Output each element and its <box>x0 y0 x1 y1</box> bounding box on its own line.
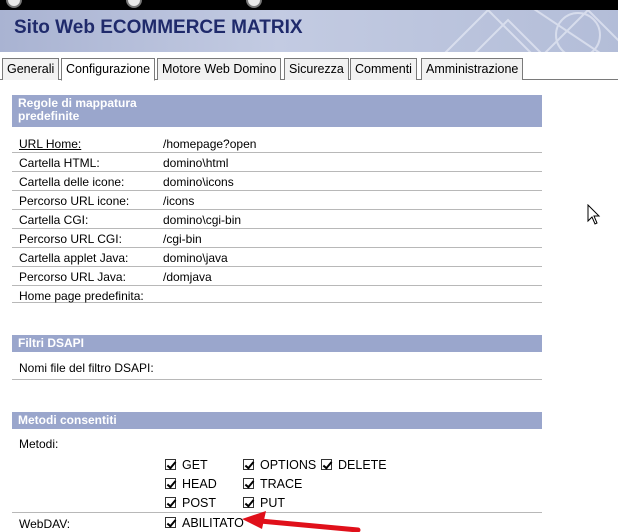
row-value: domino\icons <box>163 175 234 189</box>
method-trace-label: TRACE <box>260 477 303 491</box>
checkbox-check-icon <box>243 478 254 489</box>
row-label: Home page predefinita: <box>19 289 144 303</box>
method-head-checkbox[interactable]: HEAD <box>165 477 217 491</box>
mouse-cursor-icon <box>587 204 601 225</box>
tab-amministrazione[interactable]: Amministrazione <box>421 58 524 80</box>
method-post-label: POST <box>182 496 217 510</box>
page-title: Sito Web ECOMMERCE MATRIX <box>14 17 303 38</box>
checkbox-check-icon <box>165 478 176 489</box>
method-head-label: HEAD <box>182 477 217 491</box>
checkbox-check-icon <box>165 517 176 528</box>
row-value: domino\html <box>163 156 229 170</box>
row-value: /domjava <box>163 270 212 284</box>
table-row: Cartella CGI: domino\cgi-bin <box>12 210 542 229</box>
method-trace-checkbox[interactable]: TRACE <box>243 477 302 491</box>
toolbar-circle-icon <box>126 0 142 8</box>
method-delete-label: DELETE <box>338 458 387 472</box>
url-home-label[interactable]: URL Home: <box>19 137 81 151</box>
section-header-dsapi: Filtri DSAPI <box>12 335 542 352</box>
row-label: Cartella HTML: <box>19 156 100 170</box>
section-header-mapping: Regole di mappatura predefinite <box>12 95 542 127</box>
checkbox-check-icon <box>165 459 176 470</box>
row-value: domino\java <box>163 251 228 265</box>
table-row: Percorso URL CGI: /cgi-bin <box>12 229 542 248</box>
row-label: Percorso URL Java: <box>19 270 126 284</box>
section-header-methods: Metodi consentiti <box>12 412 542 429</box>
table-row: Percorso URL icone: /icons <box>12 191 542 210</box>
tab-generali[interactable]: Generali <box>2 58 60 80</box>
tab-commenti[interactable]: Commenti <box>350 58 417 80</box>
method-get-checkbox[interactable]: GET <box>165 458 208 472</box>
row-label: Percorso URL CGI: <box>19 232 122 246</box>
table-row: Cartella HTML: domino\html <box>12 153 542 172</box>
table-row: Cartella applet Java: domino\java <box>12 248 542 267</box>
banner-decoration-icon <box>444 10 618 52</box>
row-label: Percorso URL icone: <box>19 194 130 208</box>
section-header-methods-text: Metodi consentiti <box>18 413 117 427</box>
checkbox-check-icon <box>243 459 254 470</box>
table-row: URL Home: /homepage?open <box>12 134 542 153</box>
tab-motore-web-domino[interactable]: Motore Web Domino <box>157 58 282 80</box>
table-row: Percorso URL Java: /domjava <box>12 267 542 286</box>
method-get-label: GET <box>182 458 208 472</box>
webdav-label: WebDAV: <box>19 517 71 531</box>
dsapi-filter-label: Nomi file del filtro DSAPI: <box>19 361 154 375</box>
method-options-checkbox[interactable]: OPTIONS <box>243 458 316 472</box>
row-value: /icons <box>163 194 195 208</box>
banner: Sito Web ECOMMERCE MATRIX <box>0 10 618 52</box>
toolbar-circle-icon <box>6 0 22 8</box>
section-header-dsapi-text: Filtri DSAPI <box>18 336 85 350</box>
tab-bar: Generali Configurazione Motore Web Domin… <box>0 52 618 81</box>
method-options-label: OPTIONS <box>260 458 317 472</box>
toolbar-circle-icon <box>246 0 262 8</box>
checkbox-check-icon <box>243 497 254 508</box>
method-post-checkbox[interactable]: POST <box>165 496 216 510</box>
checkbox-check-icon <box>165 497 176 508</box>
table-row: Home page predefinita: <box>12 286 542 303</box>
tab-sicurezza[interactable]: Sicurezza <box>284 58 349 80</box>
table-row: Cartella delle icone: domino\icons <box>12 172 542 191</box>
webdav-enabled-checkbox[interactable]: ABILITATO <box>165 516 244 530</box>
table-row: Nomi file del filtro DSAPI: <box>12 358 542 380</box>
row-label: Cartella applet Java: <box>19 251 129 265</box>
top-strip <box>0 0 618 10</box>
section-header-mapping-text: Regole di mappatura predefinite <box>18 96 137 123</box>
method-delete-checkbox[interactable]: DELETE <box>321 458 387 472</box>
methods-label: Metodi: <box>19 437 59 451</box>
webdav-enabled-label: ABILITATO <box>182 516 244 530</box>
row-value: domino\cgi-bin <box>163 213 242 227</box>
method-put-label: PUT <box>260 496 285 510</box>
row-label: Cartella delle icone: <box>19 175 125 189</box>
red-arrow-icon <box>242 511 361 532</box>
row-label: Cartella CGI: <box>19 213 89 227</box>
checkbox-check-icon <box>321 459 332 470</box>
method-put-checkbox[interactable]: PUT <box>243 496 285 510</box>
tab-configurazione[interactable]: Configurazione <box>61 58 156 81</box>
url-home-value: /homepage?open <box>163 137 257 151</box>
row-value: /cgi-bin <box>163 232 202 246</box>
